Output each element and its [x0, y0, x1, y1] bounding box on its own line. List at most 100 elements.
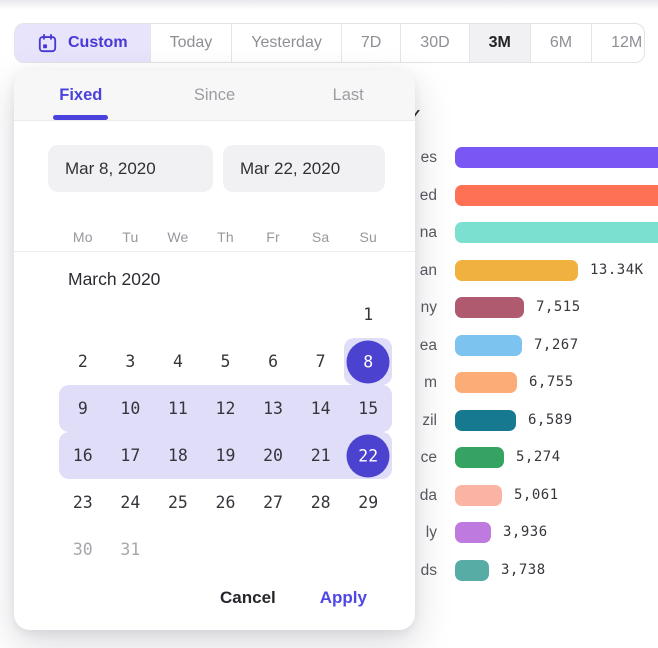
calendar-day-12[interactable]: 12: [202, 385, 250, 432]
chart-bar[interactable]: [455, 447, 504, 468]
chart-bar[interactable]: [455, 185, 658, 206]
toolbar-button-12m[interactable]: 12M: [591, 24, 658, 62]
calendar-day-2[interactable]: 2: [59, 338, 107, 385]
chart-bar-value: 6,589: [528, 410, 573, 431]
toolbar-button-label: Custom: [68, 34, 128, 52]
weekday-label: Th: [202, 222, 250, 252]
calendar-day-label: 7: [316, 352, 326, 371]
toolbar-button-6m[interactable]: 6M: [530, 24, 591, 62]
toolbar-button-label: 12M: [611, 34, 642, 52]
calendar-day-11[interactable]: 11: [154, 385, 202, 432]
dialog-actions: Cancel Apply: [220, 584, 367, 612]
chart-bar[interactable]: [455, 222, 658, 243]
calendar-day-21[interactable]: 21: [297, 432, 345, 479]
chart-bar[interactable]: [455, 335, 522, 356]
date-picker-tabs: Fixed Since Last: [14, 70, 415, 121]
top-edge-fade: [0, 0, 658, 10]
calendar-day-26[interactable]: 26: [202, 479, 250, 526]
calendar-day-14[interactable]: 14: [297, 385, 345, 432]
weekday-label: Tu: [107, 222, 155, 252]
toolbar-button-custom[interactable]: Custom: [15, 24, 150, 62]
date-picker-popup: Fixed Since Last Mar 8, 2020 Mar 22, 202…: [14, 70, 415, 630]
calendar-day-label: 13: [263, 399, 283, 418]
chart-bar[interactable]: [455, 485, 502, 506]
toolbar-button-3m[interactable]: 3M: [469, 24, 530, 62]
calendar-day-label: 8: [347, 340, 390, 383]
calendar-day-22[interactable]: 22: [344, 432, 392, 479]
toolbar-button-yesterday[interactable]: Yesterday: [231, 24, 341, 62]
calendar-day-15[interactable]: 15: [344, 385, 392, 432]
toolbar-button-label: 30D: [420, 34, 449, 52]
month-title: March 2020: [68, 266, 160, 292]
toolbar-button-30d[interactable]: 30D: [400, 24, 468, 62]
calendar-day-8[interactable]: 8: [344, 338, 392, 385]
divider: [14, 251, 415, 252]
chart-bar[interactable]: [455, 560, 489, 581]
calendar-day-16[interactable]: 16: [59, 432, 107, 479]
calendar-day-label: 6: [268, 352, 278, 371]
calendar-day-5[interactable]: 5: [202, 338, 250, 385]
calendar-day-13[interactable]: 13: [249, 385, 297, 432]
calendar-day-label: 3: [125, 352, 135, 371]
apply-button[interactable]: Apply: [320, 588, 367, 608]
chart-bar[interactable]: [455, 147, 658, 168]
weekday-label: Sa: [297, 222, 345, 252]
chart-bar[interactable]: [455, 410, 516, 431]
calendar-day-30[interactable]: 30: [59, 526, 107, 573]
calendar-day-label: 22: [347, 434, 390, 477]
chart-bar[interactable]: [455, 372, 517, 393]
calendar-day-label: 2: [78, 352, 88, 371]
tab-since[interactable]: Since: [148, 70, 282, 120]
calendar-day-label: 12: [216, 399, 236, 418]
cancel-button[interactable]: Cancel: [220, 588, 276, 608]
toolbar-button-label: Today: [170, 34, 213, 52]
calendar-day-4[interactable]: 4: [154, 338, 202, 385]
calendar-day-label: 16: [73, 446, 93, 465]
calendar-day-19[interactable]: 19: [202, 432, 250, 479]
end-date-input[interactable]: Mar 22, 2020: [223, 145, 385, 192]
chart-bar-value: 6,755: [529, 372, 574, 393]
calendar-day-7[interactable]: 7: [297, 338, 345, 385]
calendar-day-label: 15: [358, 399, 378, 418]
calendar-day-23[interactable]: 23: [59, 479, 107, 526]
calendar-day-31[interactable]: 31: [107, 526, 155, 573]
calendar-day-label: 10: [120, 399, 140, 418]
tab-label: Fixed: [59, 86, 102, 105]
calendar-day-28[interactable]: 28: [297, 479, 345, 526]
calendar-day-label: 27: [263, 493, 283, 512]
toolbar-button-7d[interactable]: 7D: [341, 24, 400, 62]
toolbar-button-today[interactable]: Today: [150, 24, 232, 62]
calendar-day-label: 17: [120, 446, 140, 465]
calendar-day-label: 24: [120, 493, 140, 512]
toolbar-button-label: 3M: [489, 34, 511, 52]
calendar-day-3[interactable]: 3: [107, 338, 155, 385]
tab-fixed[interactable]: Fixed: [14, 70, 148, 120]
tab-label: Since: [194, 86, 235, 105]
chart-bar[interactable]: [455, 297, 524, 318]
calendar-day-17[interactable]: 17: [107, 432, 155, 479]
tab-last[interactable]: Last: [281, 70, 415, 120]
calendar-day-27[interactable]: 27: [249, 479, 297, 526]
active-tab-underline: [53, 115, 108, 120]
chart-bar[interactable]: [455, 522, 491, 543]
chart-bar-value: 7,515: [536, 297, 581, 318]
calendar-day-10[interactable]: 10: [107, 385, 155, 432]
calendar-day-9[interactable]: 9: [59, 385, 107, 432]
start-date-input[interactable]: Mar 8, 2020: [48, 145, 213, 192]
date-inputs: Mar 8, 2020 Mar 22, 2020: [48, 145, 385, 192]
calendar-day-25[interactable]: 25: [154, 479, 202, 526]
calendar-day-label: 28: [311, 493, 331, 512]
calendar-day-18[interactable]: 18: [154, 432, 202, 479]
calendar-day-1[interactable]: 1: [344, 291, 392, 338]
calendar-day-label: 4: [173, 352, 183, 371]
calendar-day-label: 30: [73, 540, 93, 559]
chart-bar[interactable]: [455, 260, 578, 281]
toolbar-button-label: 7D: [361, 34, 381, 52]
calendar-day-label: 18: [168, 446, 188, 465]
calendar-day-29[interactable]: 29: [344, 479, 392, 526]
calendar-day-label: 14: [311, 399, 331, 418]
calendar-day-24[interactable]: 24: [107, 479, 155, 526]
calendar-day-6[interactable]: 6: [249, 338, 297, 385]
calendar-day-label: 23: [73, 493, 93, 512]
calendar-day-20[interactable]: 20: [249, 432, 297, 479]
